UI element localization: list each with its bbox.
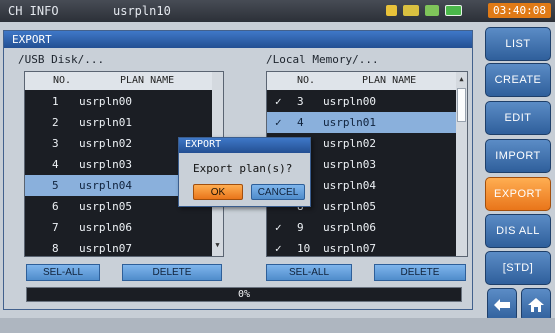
- back-button[interactable]: [487, 288, 517, 322]
- local-delete-button[interactable]: DELETE: [374, 264, 466, 281]
- local-list-row[interactable]: ✓ 9 usrpln06: [267, 217, 458, 238]
- local-list-header: NO. PLAN NAME: [267, 72, 458, 90]
- battery-icon: [445, 5, 462, 16]
- antenna-icon: [425, 5, 439, 16]
- cancel-button[interactable]: CANCEL: [251, 184, 305, 200]
- scroll-up-arrow-icon[interactable]: ▲: [456, 74, 467, 84]
- local-sel-all-button[interactable]: SEL-ALL: [266, 264, 352, 281]
- local-list-row[interactable]: ✓ 3 usrpln00: [267, 91, 458, 112]
- check-icon: ✓: [275, 116, 282, 129]
- usb-list-row[interactable]: 1 usrpln00: [25, 91, 214, 112]
- export-confirm-dialog: EXPORT Export plan(s)? OK CANCEL: [178, 137, 311, 207]
- dis-all-button[interactable]: DIS ALL: [485, 214, 551, 248]
- back-arrow-icon: [494, 299, 510, 311]
- import-button[interactable]: IMPORT: [485, 139, 551, 173]
- col-no: NO.: [53, 75, 72, 86]
- usb-delete-button[interactable]: DELETE: [122, 264, 222, 281]
- scroll-thumb[interactable]: [457, 88, 466, 122]
- local-path: /Local Memory/...: [266, 53, 379, 66]
- bottom-bar: [0, 318, 555, 333]
- progress-bar: 0%: [26, 287, 462, 302]
- usb-list-row[interactable]: 2 usrpln01: [25, 112, 214, 133]
- col-plan-name: PLAN NAME: [362, 75, 417, 86]
- col-plan-name: PLAN NAME: [120, 75, 175, 86]
- export-button[interactable]: EXPORT: [485, 177, 551, 211]
- local-list-row[interactable]: ✓ 10 usrpln07: [267, 238, 458, 259]
- create-button[interactable]: CREATE: [485, 63, 551, 97]
- mode-title: CH INFO: [8, 4, 59, 18]
- network-icon: [403, 5, 419, 16]
- home-icon: [528, 298, 544, 312]
- current-file-name: usrpln10: [113, 4, 171, 18]
- usb-list-row[interactable]: 8 usrpln07: [25, 238, 214, 259]
- local-list-scrollbar[interactable]: ▲: [456, 72, 467, 256]
- status-icons: [386, 5, 462, 16]
- usb-icon: [386, 5, 397, 16]
- progress-label: 0%: [237, 289, 251, 300]
- scroll-down-arrow-icon[interactable]: ▼: [212, 240, 223, 250]
- usb-sel-all-button[interactable]: SEL-ALL: [26, 264, 100, 281]
- dialog-message: Export plan(s)?: [193, 162, 293, 175]
- top-status-bar: CH INFO usrpln10 03:40:08: [0, 0, 555, 22]
- check-icon: ✓: [275, 95, 282, 108]
- check-icon: ✓: [275, 221, 282, 234]
- check-icon: ✓: [275, 242, 282, 255]
- std-button[interactable]: [STD]: [485, 251, 551, 285]
- clock: 03:40:08: [488, 3, 551, 18]
- dialog-title: EXPORT: [179, 138, 310, 153]
- col-no: NO.: [297, 75, 316, 86]
- home-button[interactable]: [521, 288, 551, 322]
- usb-list-row[interactable]: 7 usrpln06: [25, 217, 214, 238]
- window-title: EXPORT: [4, 31, 472, 48]
- usb-list-header: NO. PLAN NAME: [25, 72, 214, 90]
- usb-path: /USB Disk/...: [18, 53, 105, 66]
- ok-button[interactable]: OK: [193, 184, 243, 200]
- list-button[interactable]: LIST: [485, 27, 551, 61]
- local-list-row-selected[interactable]: ✓ 4 usrpln01: [267, 112, 458, 133]
- edit-button[interactable]: EDIT: [485, 101, 551, 135]
- screen: CH INFO usrpln10 03:40:08 EXPORT /USB Di…: [0, 0, 555, 333]
